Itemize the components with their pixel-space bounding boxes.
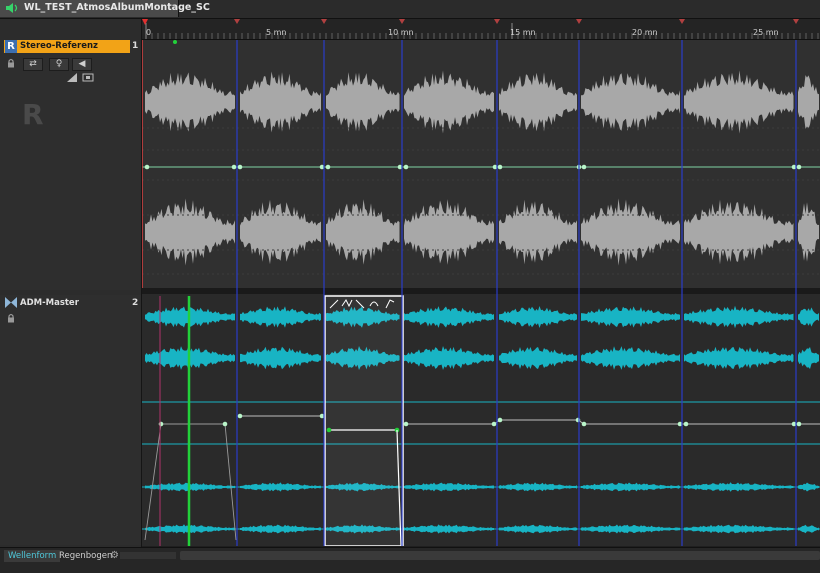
- envelope-point: [581, 164, 587, 170]
- tab-title: WL_TEST_AtmosAlbumMontage_SC: [24, 2, 210, 13]
- swap-channels-button[interactable]: ⇄: [23, 58, 43, 71]
- track-number: 1: [132, 41, 139, 51]
- tab-waveform[interactable]: Wellenform: [4, 550, 61, 562]
- ruler-label: 5 mn: [266, 28, 287, 37]
- envelope-point: [237, 164, 243, 170]
- plugin-icon[interactable]: [82, 72, 94, 83]
- selected-clip: [324, 295, 404, 546]
- marker-flag: [494, 19, 500, 24]
- envelope-point: [326, 427, 332, 433]
- envelope-point: [581, 421, 587, 427]
- gear-icon[interactable]: ⚙: [110, 550, 119, 561]
- waveform-channel: [145, 305, 819, 329]
- cursor-dot: [173, 40, 177, 44]
- speaker-icon: [6, 3, 18, 13]
- track-name: Stereo-Referenz: [20, 41, 99, 51]
- lock-icon[interactable]: [6, 313, 16, 323]
- envelope-point: [491, 421, 497, 427]
- track-watermark-letter: R: [22, 98, 44, 131]
- waveform-canvas[interactable]: [142, 40, 820, 546]
- track-name: ADM-Master: [20, 298, 79, 308]
- waveform-right: [145, 198, 819, 266]
- envelope-point: [403, 164, 409, 170]
- marker-flag: [399, 19, 405, 24]
- ruler-label: 20 mn: [632, 28, 658, 37]
- ruler-label: 15 mn: [510, 28, 536, 37]
- envelope-point: [144, 164, 150, 170]
- ruler-label: 0: [146, 28, 152, 37]
- ruler-ticks: [142, 19, 819, 39]
- envelope-point: [222, 421, 228, 427]
- waveform-left: [145, 70, 819, 134]
- marker-flag: [679, 19, 685, 24]
- envelope-point: [497, 164, 503, 170]
- envelope-point: [796, 421, 802, 427]
- envelope-point: [497, 417, 503, 423]
- tab-rainbow[interactable]: Regenbogen: [55, 550, 116, 562]
- envelope-point: [237, 413, 243, 419]
- start-marker: [142, 19, 148, 25]
- envelope-line: [406, 419, 820, 425]
- adm-master-icon: [5, 297, 17, 308]
- track-header-2: [0, 295, 141, 545]
- envelope-point: [231, 164, 237, 170]
- lock-icon[interactable]: [6, 58, 16, 68]
- envelope-point: [575, 417, 581, 423]
- marker-flag: [793, 19, 799, 24]
- zoom-strip[interactable]: [120, 552, 176, 559]
- fade-envelope: [144, 423, 237, 541]
- track-number: 2: [132, 298, 139, 308]
- ruler-label: 25 mn: [753, 28, 779, 37]
- montage-tab[interactable]: WL_TEST_AtmosAlbumMontage_SC: [0, 0, 210, 17]
- marker-flag: [321, 19, 327, 24]
- volume-button[interactable]: ◀: [72, 58, 92, 71]
- gain-ramp-icon[interactable]: [66, 72, 78, 83]
- waveform-channel: [145, 346, 819, 370]
- marker-flag: [576, 19, 582, 24]
- envelope-point: [683, 421, 689, 427]
- marker-flag: [234, 19, 240, 24]
- envelope-point: [403, 421, 409, 427]
- horizontal-scrollbar[interactable]: [180, 551, 820, 560]
- track-toolbar: +: [0, 19, 141, 56]
- solo-button[interactable]: ♀: [49, 58, 69, 71]
- envelope-point: [325, 164, 331, 170]
- ruler-label: 10 mn: [388, 28, 414, 37]
- envelope-point: [158, 421, 164, 427]
- envelope-point: [796, 164, 802, 170]
- track-reference-badge: R: [5, 40, 17, 53]
